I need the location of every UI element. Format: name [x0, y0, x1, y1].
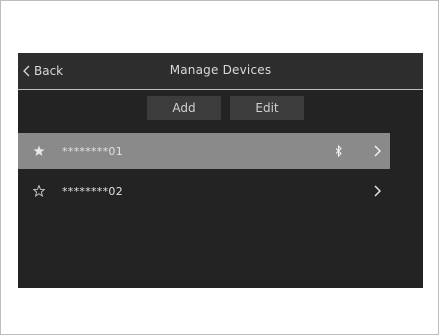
device-row[interactable]: ********02 [18, 173, 390, 209]
edit-button-label: Edit [255, 101, 279, 115]
edit-button[interactable]: Edit [230, 96, 304, 120]
page-title: Manage Devices [169, 63, 272, 77]
device-screen: Back Manage Devices Add Edit ********01 [18, 53, 423, 288]
window-frame: Back Manage Devices Add Edit ********01 [0, 0, 439, 335]
toolbar: Add Edit [18, 90, 423, 132]
bluetooth-icon [335, 145, 342, 157]
star-filled-icon[interactable] [33, 145, 45, 157]
add-button[interactable]: Add [147, 96, 221, 120]
chevron-right-icon[interactable] [373, 185, 381, 197]
add-button-label: Add [172, 101, 196, 115]
device-row[interactable]: ********01 [18, 133, 390, 169]
header-bar: Back Manage Devices [18, 53, 423, 90]
device-name: ********02 [62, 184, 123, 198]
chevron-right-icon[interactable] [373, 145, 381, 157]
star-outline-icon[interactable] [33, 185, 45, 197]
device-name: ********01 [62, 144, 123, 158]
